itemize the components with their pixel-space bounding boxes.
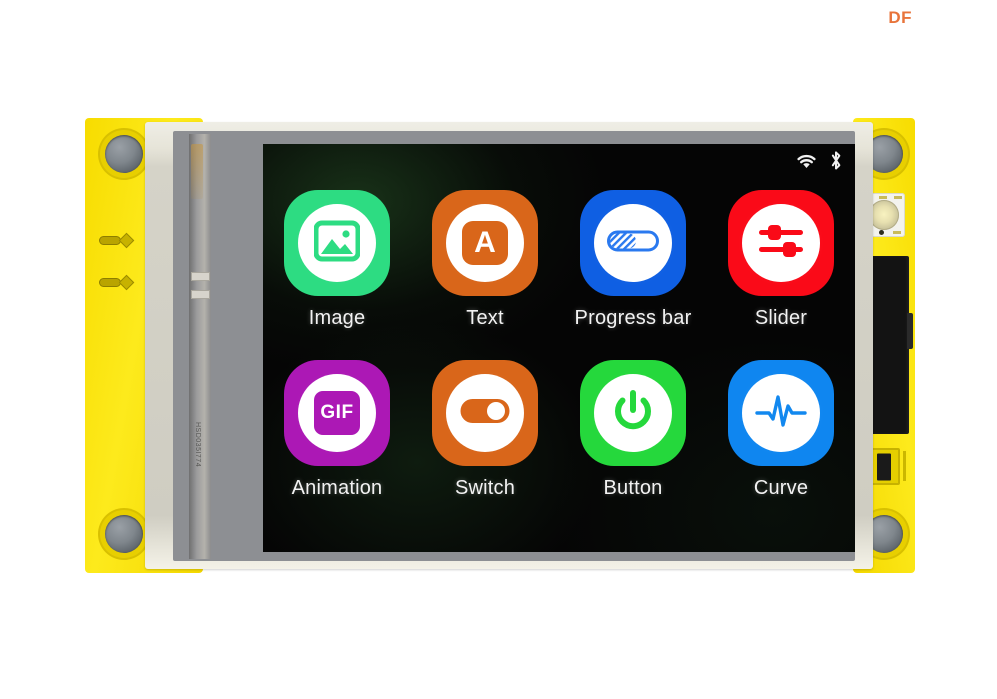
status-bar xyxy=(794,150,844,171)
toggle-on-icon xyxy=(459,397,511,430)
mounting-hole-bottom-left xyxy=(105,515,143,553)
app-tile-switch[interactable] xyxy=(425,353,545,473)
sliders-icon xyxy=(757,222,805,265)
app-disc-progress-bar xyxy=(594,204,672,282)
bluetooth-icon xyxy=(828,150,844,171)
app-progress-bar[interactable]: Progress bar xyxy=(559,183,707,360)
app-text[interactable]: A Text xyxy=(411,183,559,360)
lcd-module: HSD035I774 Image A Text Progress bar Sli… xyxy=(145,122,873,569)
app-tile-animation[interactable]: GIF xyxy=(277,353,397,473)
solder-pad-upper xyxy=(99,236,121,245)
app-label-text: Text xyxy=(466,307,504,329)
solder-pad-lower xyxy=(99,278,121,287)
app-button[interactable]: Button xyxy=(559,353,707,530)
app-tile-text[interactable]: A xyxy=(425,183,545,303)
flex-cable-marking: HSD035I774 xyxy=(194,422,201,468)
app-image[interactable]: Image xyxy=(263,183,411,360)
connector-nub xyxy=(907,313,913,349)
app-disc-button xyxy=(594,374,672,452)
wifi-icon xyxy=(794,151,819,170)
app-label-button: Button xyxy=(603,477,663,499)
flex-cable-copper-trace xyxy=(191,144,203,199)
app-disc-image xyxy=(298,204,376,282)
picture-icon xyxy=(313,220,361,267)
app-grid: Image A Text Progress bar Slider GIF Ani… xyxy=(263,183,855,530)
app-disc-switch xyxy=(446,374,524,452)
app-label-slider: Slider xyxy=(754,307,808,329)
lower-component-chip xyxy=(876,453,891,480)
app-tile-progress-bar[interactable] xyxy=(573,183,693,303)
app-curve[interactable]: Curve xyxy=(707,353,855,530)
app-switch[interactable]: Switch xyxy=(411,353,559,530)
silkscreen-diamond-lower xyxy=(118,274,135,291)
lcd-display-device: HSD035I774 Image A Text Progress bar Sli… xyxy=(85,118,915,573)
app-tile-curve[interactable] xyxy=(721,353,841,473)
power-icon xyxy=(610,388,656,439)
mounting-hole-top-left xyxy=(105,135,143,173)
lcd-screen: Image A Text Progress bar Slider GIF Ani… xyxy=(263,144,855,552)
flex-solder-pad-1 xyxy=(191,272,210,281)
app-disc-slider xyxy=(742,204,820,282)
app-disc-text: A xyxy=(446,204,524,282)
gif-icon: GIF xyxy=(314,391,360,435)
app-label-progress-bar: Progress bar xyxy=(574,307,692,329)
app-animation[interactable]: GIF Animation xyxy=(263,353,411,530)
app-tile-slider[interactable] xyxy=(721,183,841,303)
progress-icon xyxy=(607,229,659,258)
pcb-trace xyxy=(903,451,906,481)
silkscreen-diamond-upper xyxy=(118,232,135,249)
app-label-curve: Curve xyxy=(753,477,809,499)
app-tile-image[interactable] xyxy=(277,183,397,303)
df-watermark: DF xyxy=(888,8,912,27)
app-disc-animation: GIF xyxy=(298,374,376,452)
screenshot-root: DF HSD035I774 Image A Text Progress bar … xyxy=(0,0,997,699)
waveform-icon xyxy=(755,391,807,436)
app-slider[interactable]: Slider xyxy=(707,183,855,360)
app-label-image: Image xyxy=(308,307,366,329)
letter-a-icon: A xyxy=(462,221,508,265)
app-tile-button[interactable] xyxy=(573,353,693,473)
app-label-animation: Animation xyxy=(291,477,383,499)
app-label-switch: Switch xyxy=(454,477,516,499)
led-dome xyxy=(868,200,899,230)
flex-solder-pad-2 xyxy=(191,290,210,299)
app-disc-curve xyxy=(742,374,820,452)
